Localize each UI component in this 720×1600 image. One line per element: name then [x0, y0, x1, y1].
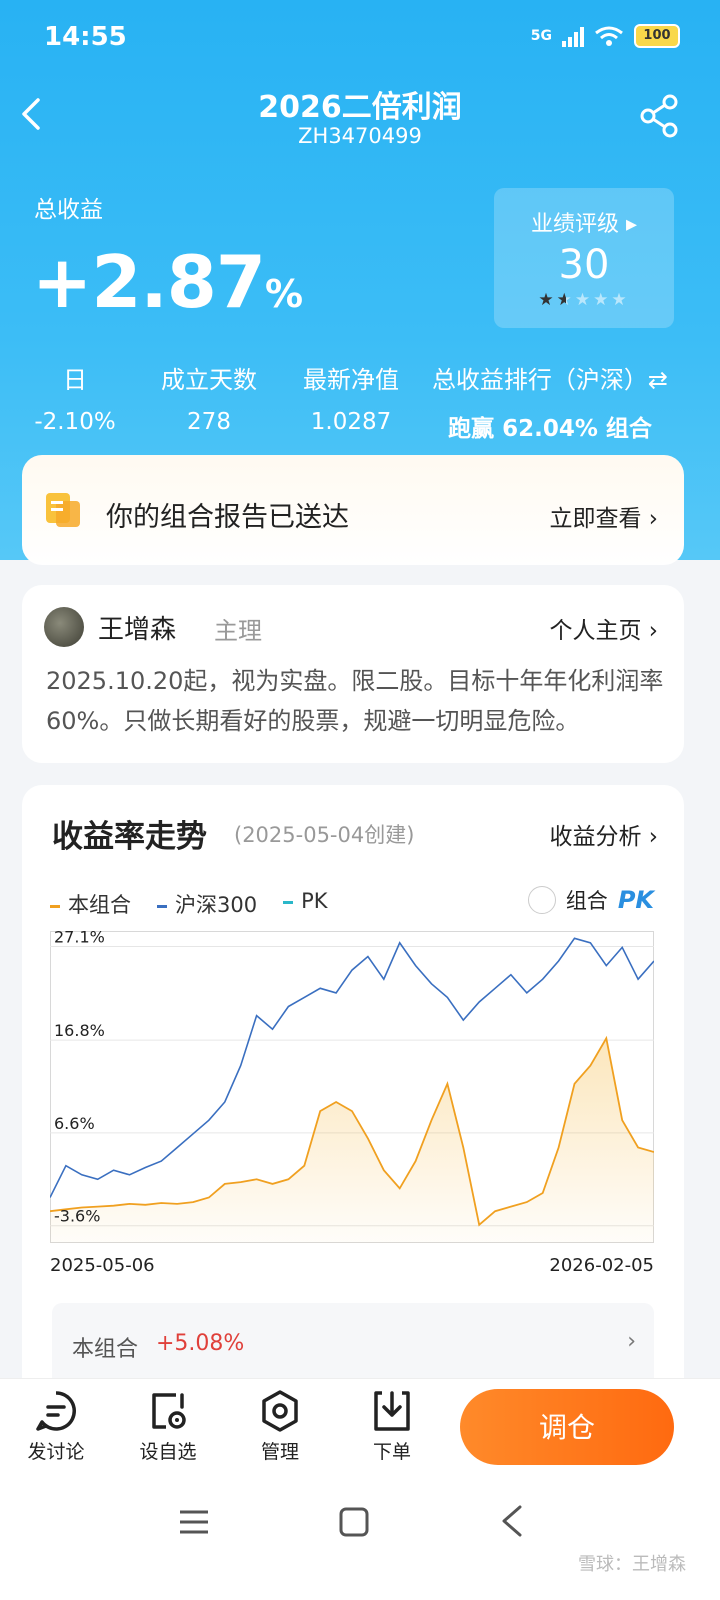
y-tick-label: 27.1% [54, 931, 105, 946]
profile-link[interactable]: 个人主页 › [549, 611, 658, 645]
stat-value: 跑赢 62.04% 组合 [448, 416, 652, 442]
chart-created-date: (2025-05-04创建) [234, 823, 415, 847]
watermark: 雪球：王增森 [578, 1554, 686, 1575]
stat-daily: 日 -2.10% [20, 360, 130, 435]
stat-label: 成立天数 [161, 366, 257, 394]
performance-rating[interactable]: 业绩评级 ▸ 30 ★★★★★ [494, 188, 674, 328]
total-return-unit: % [264, 272, 303, 316]
manager-card: 王增森 主理 个人主页 › 2025.10.20起，视为实盘。限二股。目标十年年… [22, 585, 684, 763]
manager-role: 主理 [214, 617, 262, 645]
total-return-label: 总收益 [34, 197, 103, 223]
performance-value: +5.08% [156, 1331, 245, 1356]
tab-manage[interactable]: 管理 [240, 1389, 320, 1464]
menu-icon[interactable] [178, 1508, 210, 1536]
manager-description: 2025.10.20起，视为实盘。限二股。目标十年年化利润率60%。只做长期看好… [46, 667, 664, 735]
stat-value: -2.10% [34, 409, 116, 435]
share-icon[interactable] [640, 94, 680, 138]
portfolio-title: 2026二倍利润 [258, 90, 462, 125]
legend-item: 沪深300 [157, 889, 257, 919]
x-axis-start: 2025-05-06 [50, 1255, 155, 1276]
wifi-icon [595, 26, 623, 46]
stat-label: 总收益排行（沪深）⇄ [431, 366, 669, 394]
legend-item: PK [283, 889, 328, 919]
stat-nav: 最新净值 1.0287 [292, 360, 410, 435]
x-axis-end: 2026-02-05 [549, 1255, 654, 1276]
return-chart[interactable]: 27.1% 16.8% 6.6% -3.6% [50, 931, 654, 1243]
pk-radio[interactable] [527, 886, 556, 914]
avatar[interactable] [44, 607, 84, 647]
star-icon: ★ [593, 290, 612, 310]
total-return-value: +2.87% [32, 240, 303, 324]
performance-label: 本组合 [72, 1337, 139, 1362]
y-tick-label: 16.8% [54, 1021, 105, 1040]
bottom-action-bar: 发讨论 设自选 管理 下单 调仓 [0, 1378, 720, 1479]
rating-stars: ★★★★★ [494, 290, 674, 310]
home-icon[interactable] [338, 1506, 370, 1538]
download-box-icon [374, 1391, 410, 1431]
signal-icon [562, 25, 584, 47]
status-time: 14:55 [44, 22, 127, 52]
portfolio-code: ZH3470499 [298, 124, 422, 148]
pk-toggle[interactable]: 组合 PK [527, 885, 654, 915]
stats-row: 日 -2.10% 成立天数 278 最新净值 1.0287 总收益排行（沪深）⇄… [0, 360, 720, 443]
star-icon: ★ [538, 290, 557, 310]
rating-value: 30 [558, 242, 610, 288]
tab-label: 下单 [372, 1441, 411, 1463]
hexagon-gear-icon [262, 1390, 298, 1432]
star-icon: ★ [574, 290, 594, 310]
rating-label: 业绩评级 ▸ [530, 212, 638, 237]
return-analysis-link[interactable]: 收益分析 › [549, 817, 658, 851]
tab-watchlist[interactable]: 设自选 [128, 1389, 208, 1464]
y-tick-label: -3.6% [54, 1207, 100, 1226]
view-report-link[interactable]: 立即查看 › [549, 499, 658, 533]
chat-icon [36, 1391, 76, 1431]
tab-order[interactable]: 下单 [352, 1389, 432, 1464]
portfolio-area [50, 1038, 654, 1243]
chevron-right-icon: › [627, 1329, 636, 1354]
system-nav-bar: 雪球：王增森 [0, 1478, 720, 1600]
stat-value: 278 [187, 409, 231, 435]
pk-logo: PK [617, 886, 654, 914]
portfolio-performance-row[interactable]: 本组合 +5.08% › [52, 1303, 654, 1387]
battery-icon: 100 [634, 24, 680, 48]
status-icons: 5G 100 [531, 24, 680, 48]
legend-item: 本组合 [50, 889, 131, 919]
tab-label: 设自选 [139, 1441, 197, 1463]
tab-label: 发讨论 [27, 1441, 85, 1463]
stat-days: 成立天数 278 [150, 360, 268, 435]
stat-value: 1.0287 [310, 409, 392, 435]
star-icon: ★ [611, 290, 630, 310]
network-label: 5G [530, 28, 552, 44]
back-nav-icon[interactable] [498, 1504, 526, 1538]
status-bar: 14:55 5G 100 [0, 0, 720, 76]
chart-legend: 本组合 沪深300 PK [50, 889, 328, 919]
tab-discuss[interactable]: 发讨论 [16, 1389, 96, 1464]
star-gear-icon [152, 1393, 186, 1429]
chart-title: 收益率走势 [52, 819, 207, 855]
rebalance-button[interactable]: 调仓 [460, 1389, 674, 1465]
stat-ranking[interactable]: 总收益排行（沪深）⇄ 跑赢 62.04% 组合 [420, 360, 680, 443]
legend-label: 本组合 [68, 893, 131, 917]
legend-label: PK [301, 889, 328, 913]
total-return-number: +2.87 [32, 240, 266, 324]
report-icon [46, 493, 80, 527]
stat-label: 日 [63, 366, 87, 394]
stat-label: 最新净值 [303, 366, 399, 394]
half-star-icon: ★ [556, 290, 575, 310]
return-chart-card: 收益率走势 (2025-05-04创建) 收益分析 › 本组合 沪深300 PK… [22, 785, 684, 1405]
report-text: 你的组合报告已送达 [106, 502, 349, 533]
pk-label: 组合 [565, 889, 608, 913]
tab-label: 管理 [260, 1441, 299, 1463]
legend-label: 沪深300 [175, 893, 258, 917]
y-tick-label: 6.6% [54, 1114, 95, 1133]
manager-name[interactable]: 王增森 [98, 609, 176, 646]
nav-bar: 2026二倍利润 ZH3470499 [0, 76, 720, 166]
report-banner[interactable]: 你的组合报告已送达 立即查看 › [22, 455, 684, 565]
